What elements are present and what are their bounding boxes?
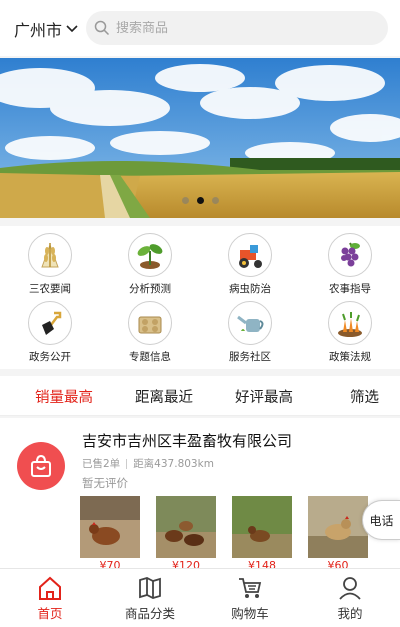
search-input[interactable] (116, 20, 366, 36)
bottom-tab-bar: 首页 商品分类 购物车 我的 (0, 568, 400, 627)
category-grid: 三农要闻 分析预测 病虫防治 农事指导 政务公开 专题信息 服务社区 政策法规 (0, 226, 400, 369)
store-meta: 已售2单 距离437.803km (82, 456, 214, 471)
banner-image (0, 58, 400, 218)
tab-profile[interactable]: 我的 (300, 575, 400, 622)
category-pest-control[interactable]: 病虫防治 (200, 233, 300, 303)
carousel-dot[interactable] (181, 197, 189, 204)
carrot-icon (328, 301, 372, 345)
shovel-icon (28, 301, 72, 345)
chevron-down-icon (66, 25, 78, 33)
category-farming-guide[interactable]: 农事指导 (300, 233, 400, 303)
carousel-dot-active[interactable] (196, 197, 204, 204)
cart-icon (239, 578, 262, 598)
store-card[interactable]: 吉安市吉州区丰盈畜牧有限公司 已售2单 距离437.803km 暂无评价 ¥70… (0, 418, 400, 572)
sort-by-rating[interactable]: 好评最高 (235, 386, 293, 407)
sort-by-sales[interactable]: 销量最高 (35, 386, 93, 407)
category-label: 专题信息 (129, 351, 171, 363)
phone-button[interactable]: 电话 (362, 500, 400, 540)
category-analysis[interactable]: 分析预测 (100, 233, 200, 303)
grapes-icon (328, 233, 372, 277)
store-name[interactable]: 吉安市吉州区丰盈畜牧有限公司 (82, 430, 292, 451)
banner-carousel[interactable] (0, 58, 400, 218)
sprout-icon (128, 233, 172, 277)
product-thumbnail[interactable] (80, 496, 140, 558)
category-label: 病虫防治 (229, 283, 271, 295)
tab-label: 我的 (337, 606, 363, 621)
category-label: 三农要闻 (29, 283, 71, 295)
category-label: 政策法规 (329, 351, 371, 363)
search-icon (94, 20, 110, 36)
user-icon (339, 577, 361, 600)
sort-by-distance[interactable]: 距离最近 (135, 386, 193, 407)
product-thumbnail[interactable] (308, 496, 368, 558)
filter-button[interactable]: 筛选 (350, 386, 379, 407)
category-gov-affairs[interactable]: 政务公开 (0, 301, 100, 371)
category-label: 服务社区 (229, 351, 271, 363)
city-label: 广州市 (14, 21, 63, 40)
category-service-community[interactable]: 服务社区 (200, 301, 300, 371)
home-icon (39, 576, 61, 600)
sold-count: 已售2单 (82, 458, 121, 470)
top-header: 广州市 (0, 0, 400, 56)
category-label: 农事指导 (329, 283, 371, 295)
product-thumbnail[interactable] (232, 496, 292, 558)
city-selector[interactable]: 广州市 (14, 17, 78, 41)
category-icon (139, 577, 161, 599)
tab-categories[interactable]: 商品分类 (100, 575, 200, 622)
sort-bar: 销量最高 距离最近 好评最高 筛选 (0, 376, 400, 416)
tab-label: 首页 (37, 606, 63, 621)
seedling-tray-icon (128, 301, 172, 345)
shopping-bag-icon (17, 442, 65, 490)
category-farm-news[interactable]: 三农要闻 (0, 233, 100, 303)
tab-cart[interactable]: 购物车 (200, 575, 300, 622)
search-box[interactable] (86, 11, 388, 45)
category-policy-regulations[interactable]: 政策法规 (300, 301, 400, 371)
tractor-icon (228, 233, 272, 277)
category-special-topics[interactable]: 专题信息 (100, 301, 200, 371)
carousel-indicator (0, 197, 400, 204)
tab-label: 购物车 (231, 606, 269, 621)
carousel-dot[interactable] (211, 197, 219, 204)
category-label: 分析预测 (129, 283, 171, 295)
tab-label: 商品分类 (124, 606, 175, 621)
divider (126, 458, 128, 469)
product-thumbnail[interactable] (156, 496, 216, 558)
tab-home[interactable]: 首页 (0, 575, 100, 622)
store-rating: 暂无评价 (82, 476, 128, 490)
watering-can-icon (228, 301, 272, 345)
category-label: 政务公开 (29, 351, 71, 363)
distance: 距离437.803km (133, 458, 214, 470)
wheat-icon (28, 233, 72, 277)
